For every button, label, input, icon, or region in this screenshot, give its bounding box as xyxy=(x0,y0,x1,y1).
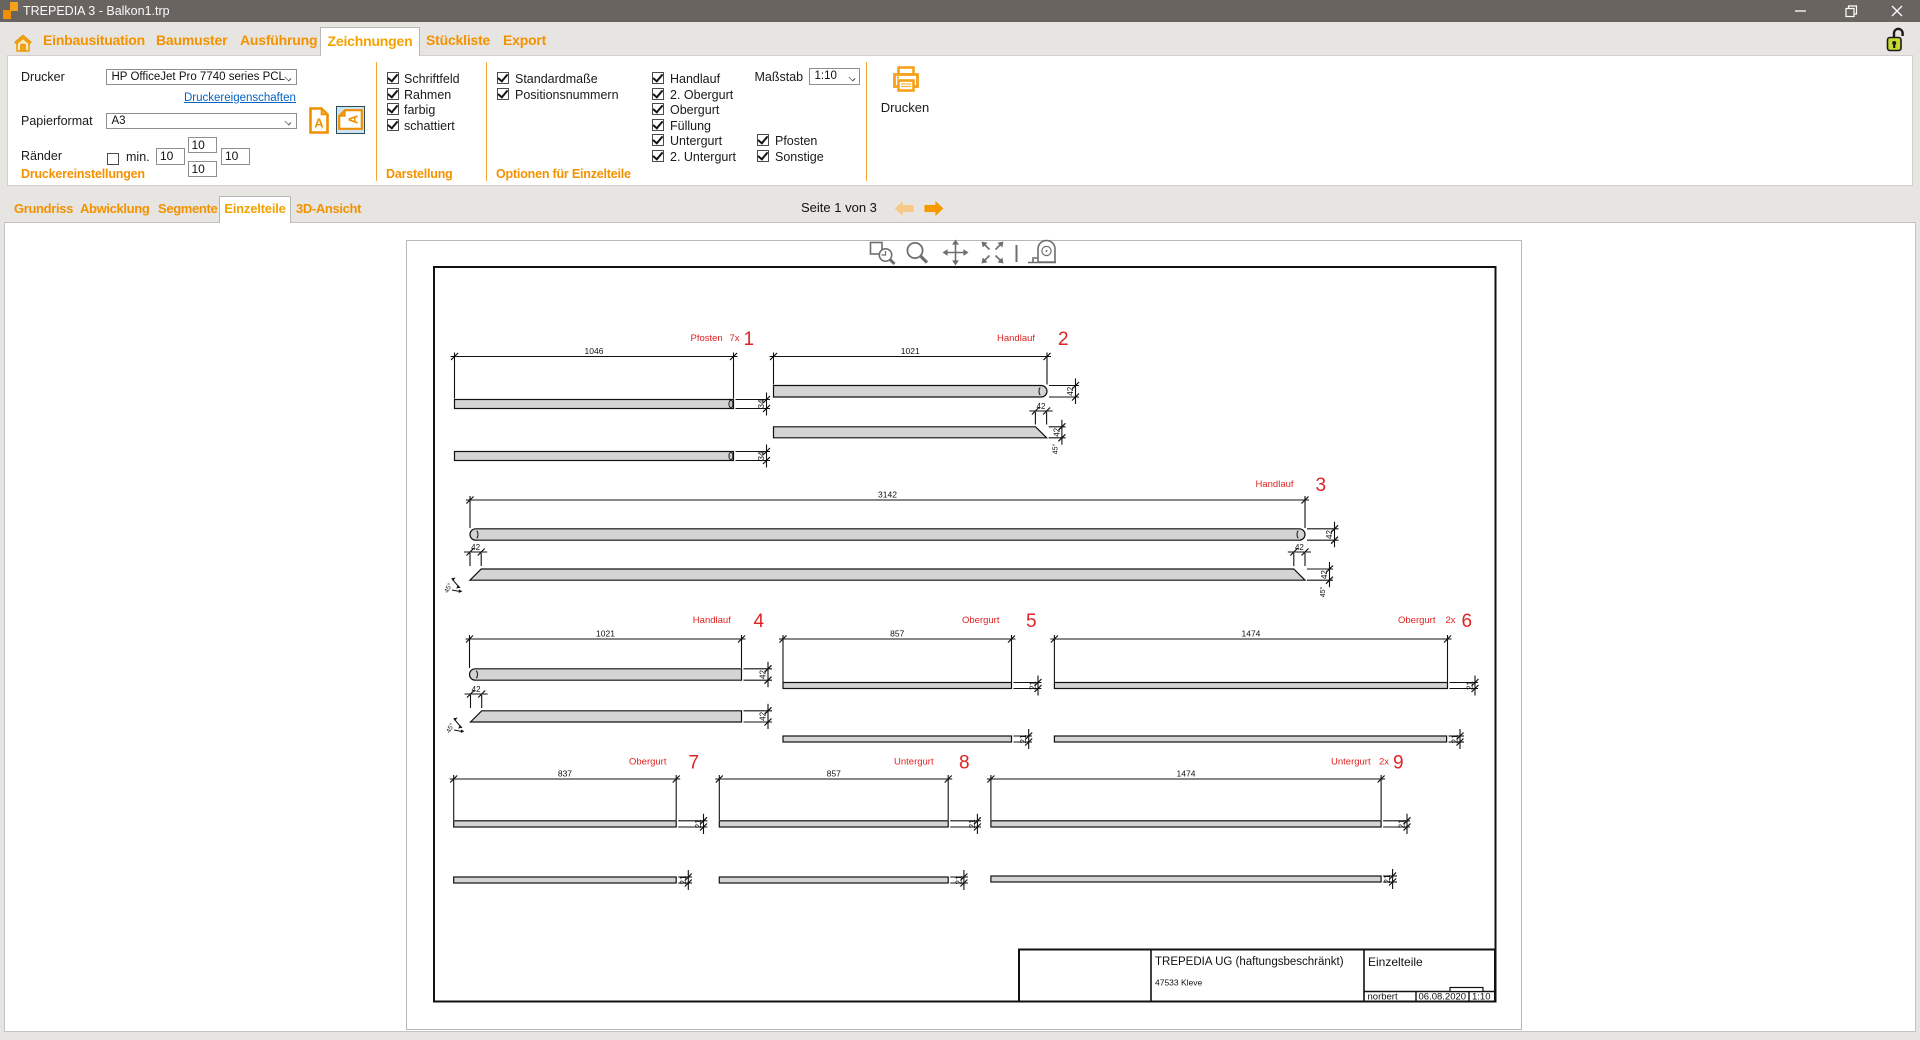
svg-text:34: 34 xyxy=(757,451,766,460)
svg-text:1021: 1021 xyxy=(901,346,920,356)
svg-text:2x: 2x xyxy=(1379,757,1389,768)
svg-text:42: 42 xyxy=(1295,543,1304,552)
svg-text:Einzelteile: Einzelteile xyxy=(1368,955,1423,969)
svg-text:Handlauf: Handlauf xyxy=(1256,479,1294,490)
svg-text:1474: 1474 xyxy=(1177,769,1196,779)
svg-text:1: 1 xyxy=(744,329,755,350)
svg-text:Untergurt: Untergurt xyxy=(1331,757,1371,768)
svg-text:7x: 7x xyxy=(730,333,740,344)
svg-text:42: 42 xyxy=(472,685,481,694)
svg-text:7: 7 xyxy=(689,753,700,774)
svg-text:1:10: 1:10 xyxy=(1472,992,1491,1003)
svg-text:1474: 1474 xyxy=(1241,629,1260,639)
svg-text:norbert: norbert xyxy=(1368,992,1398,1003)
svg-text:9: 9 xyxy=(1393,753,1404,774)
svg-text:42: 42 xyxy=(1325,530,1334,539)
svg-text:42: 42 xyxy=(759,711,768,720)
svg-text:Obergurt: Obergurt xyxy=(962,615,1000,626)
svg-text:21: 21 xyxy=(1451,734,1460,743)
svg-text:Untergurt: Untergurt xyxy=(894,757,934,768)
svg-text:42: 42 xyxy=(1052,427,1061,436)
svg-text:21: 21 xyxy=(1029,681,1038,690)
svg-text:857: 857 xyxy=(827,769,841,779)
svg-text:42: 42 xyxy=(759,670,768,679)
svg-text:Handlauf: Handlauf xyxy=(693,615,731,626)
svg-text:34: 34 xyxy=(757,399,766,408)
svg-text:3142: 3142 xyxy=(878,490,897,500)
svg-text:8: 8 xyxy=(959,753,970,774)
svg-text:Obergurt: Obergurt xyxy=(629,757,667,768)
svg-text:42: 42 xyxy=(1066,386,1075,395)
svg-text:45°: 45° xyxy=(1052,444,1060,455)
svg-text:857: 857 xyxy=(890,629,904,639)
svg-text:5: 5 xyxy=(1026,611,1037,632)
svg-text:42: 42 xyxy=(1320,570,1329,579)
svg-text:42: 42 xyxy=(471,543,480,552)
svg-text:06.08.2020: 06.08.2020 xyxy=(1419,992,1467,1003)
svg-text:47533 Kleve: 47533 Kleve xyxy=(1155,978,1203,988)
svg-text:21: 21 xyxy=(1019,734,1028,743)
svg-text:21: 21 xyxy=(968,819,977,828)
svg-text:Pfosten: Pfosten xyxy=(691,333,723,344)
svg-text:Handlauf: Handlauf xyxy=(997,333,1035,344)
svg-text:21: 21 xyxy=(1398,819,1407,828)
svg-text:21: 21 xyxy=(1383,874,1392,883)
svg-text:3: 3 xyxy=(1316,475,1327,496)
svg-text:21: 21 xyxy=(694,819,703,828)
svg-text:2x: 2x xyxy=(1446,615,1456,626)
svg-text:45°: 45° xyxy=(1319,587,1327,598)
svg-text:2: 2 xyxy=(1058,329,1069,350)
svg-text:Obergurt: Obergurt xyxy=(1398,615,1436,626)
svg-text:1046: 1046 xyxy=(585,346,604,356)
svg-text:1021: 1021 xyxy=(596,629,615,639)
svg-text:21: 21 xyxy=(679,875,688,884)
svg-text:4: 4 xyxy=(754,611,765,632)
svg-text:6: 6 xyxy=(1462,611,1473,632)
svg-text:21: 21 xyxy=(1466,681,1475,690)
svg-text:TREPEDIA UG (haftungsbeschränk: TREPEDIA UG (haftungsbeschränkt) xyxy=(1155,956,1344,968)
svg-text:837: 837 xyxy=(558,769,572,779)
svg-text:21: 21 xyxy=(954,875,963,884)
svg-text:42: 42 xyxy=(1037,402,1046,411)
